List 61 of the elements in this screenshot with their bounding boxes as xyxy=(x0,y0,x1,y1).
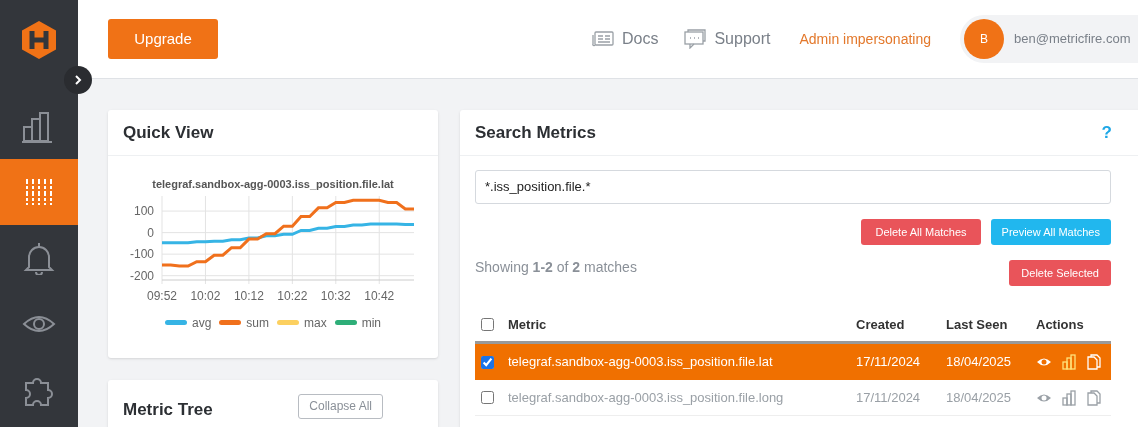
user-avatar: B xyxy=(964,19,1004,59)
column-header: Last Seen xyxy=(946,315,1009,334)
sidebar-item[interactable] xyxy=(0,159,78,225)
delete-selected-button[interactable]: Delete Selected xyxy=(1009,260,1111,286)
table-cell-text: 18/04/2025 xyxy=(946,353,1013,372)
collapse-all-button[interactable]: Collapse All xyxy=(298,393,383,419)
legend-label: sum xyxy=(246,314,269,332)
y-tick-label: 0 xyxy=(147,225,154,240)
y-tick-label: 100 xyxy=(133,203,154,218)
x-tick-label: 10:22 xyxy=(277,288,308,303)
nav-link[interactable]: Docs xyxy=(592,27,659,51)
x-tick-label: 10:42 xyxy=(364,288,395,303)
chevron-right-icon xyxy=(73,74,83,86)
table-cell-text: 17/11/2024 xyxy=(856,353,922,372)
nav-link[interactable]: Support xyxy=(684,27,771,51)
card-title: Search Metrics xyxy=(475,121,596,144)
select-all-checkbox[interactable] xyxy=(481,318,494,331)
card-title: Quick View xyxy=(123,121,214,144)
admin-impersonating-label: Admin impersonating xyxy=(799,29,931,49)
column-header: Metric xyxy=(508,315,548,334)
table-cell-text: telegraf.sandbox-agg-0003.iss_position.file.lat xyxy=(508,353,774,372)
card-title: Metric Tree xyxy=(123,399,213,422)
bar-chart-icon[interactable] xyxy=(1062,354,1077,370)
bell-icon xyxy=(22,241,56,275)
user-menu[interactable]: B ben@metricfire.com xyxy=(960,15,1138,63)
x-tick-label: 10:02 xyxy=(190,288,221,303)
row-checkbox[interactable] xyxy=(481,391,494,404)
row-checkbox[interactable] xyxy=(481,355,494,369)
legend-label: avg xyxy=(191,314,212,332)
legend-swatch xyxy=(164,320,187,325)
preview-all-matches-button[interactable]: Preview All Matches xyxy=(990,219,1111,245)
chat-icon xyxy=(684,29,707,49)
column-header: Actions xyxy=(1036,315,1085,334)
legend-swatch xyxy=(334,320,357,325)
results-summary: Showing 1-2 of 2 matches xyxy=(475,258,637,277)
x-tick-label: 09:52 xyxy=(147,288,177,303)
y-tick-label: -100 xyxy=(129,246,154,261)
newspaper-icon xyxy=(592,29,614,49)
y-tick-label: -200 xyxy=(129,268,154,283)
legend-swatch xyxy=(277,320,299,325)
table-cell-text: telegraf.sandbox-agg-0003.iss_position.file.long xyxy=(508,388,785,407)
bar-chart-icon[interactable] xyxy=(1062,389,1077,406)
copy-icon[interactable] xyxy=(1087,354,1101,370)
table-row[interactable]: telegraf.sandbox-agg-0003.iss_position.file.lat 17/11/2024 18/04/2025 xyxy=(475,344,1111,380)
logo-icon xyxy=(20,20,58,60)
chart-title: telegraf.sandbox-agg-0003.iss_position.file.lat xyxy=(152,177,394,192)
user-email: ben@metricfire.com xyxy=(1014,30,1131,49)
search-field[interactable]: *.iss_position.file.* xyxy=(475,170,1111,204)
eye-icon[interactable] xyxy=(1036,356,1052,368)
x-tick-label: 10:12 xyxy=(233,288,264,303)
table-cell-text: 18/04/2025 xyxy=(946,388,1013,407)
copy-icon[interactable] xyxy=(1087,389,1101,406)
table-cell-text: 17/11/2024 xyxy=(856,388,922,407)
legend-label: max xyxy=(304,314,327,332)
legend-label: min xyxy=(361,314,381,332)
upgrade-button[interactable]: Upgrade xyxy=(108,19,218,59)
x-tick-label: 10:32 xyxy=(320,288,351,303)
delete-all-matches-button[interactable]: Delete All Matches xyxy=(861,219,981,245)
legend-swatch xyxy=(219,320,242,325)
column-header: Created xyxy=(856,315,906,334)
help-link[interactable]: ? xyxy=(1101,119,1112,146)
